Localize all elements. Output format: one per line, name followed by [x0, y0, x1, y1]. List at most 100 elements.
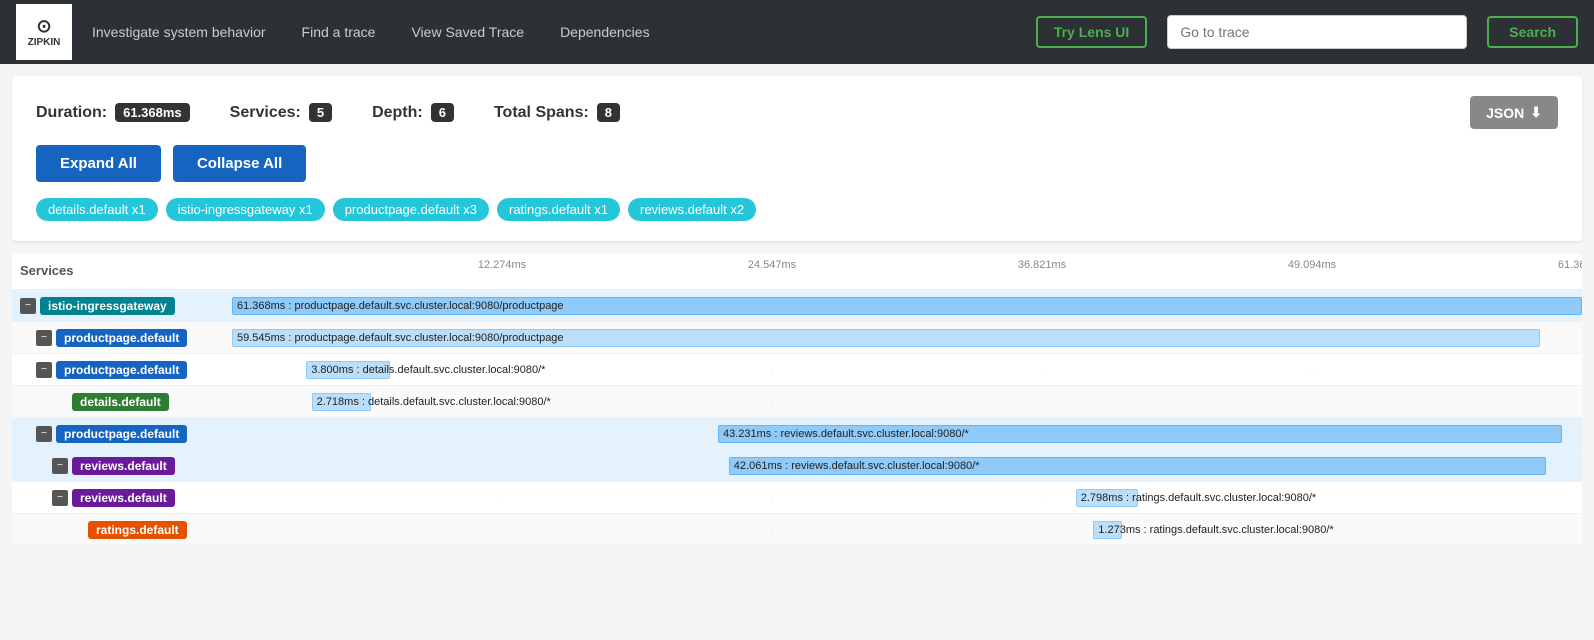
- logo-text: ZIPKIN: [28, 37, 61, 48]
- service-badge: reviews.default: [72, 489, 175, 507]
- service-badge: productpage.default: [56, 425, 187, 443]
- span-bar[interactable]: 59.545ms : productpage.default.svc.clust…: [232, 329, 1540, 347]
- total-spans-stat: Total Spans: 8: [494, 103, 620, 122]
- service-cell: −productpage.default: [12, 357, 232, 383]
- logo-box: ⊙ ZIPKIN: [16, 4, 72, 60]
- timeline-dot: ·: [501, 493, 504, 502]
- span-bar[interactable]: 61.368ms : productpage.default.svc.clust…: [232, 297, 1582, 315]
- timeline-cell: ····3.800ms : details.default.svc.cluste…: [232, 356, 1582, 384]
- service-tag[interactable]: ratings.default x1: [497, 198, 620, 221]
- timeline-header: Services 12.274ms24.547ms36.821ms49.094m…: [12, 253, 1582, 290]
- timeline-dot: ·: [1311, 365, 1314, 374]
- timeline-cell: ····2.718ms : details.default.svc.cluste…: [232, 388, 1582, 416]
- span-label: 59.545ms : productpage.default.svc.clust…: [237, 332, 564, 344]
- span-bar[interactable]: 2.718ms : details.default.svc.cluster.lo…: [312, 393, 371, 411]
- trace-container: Services 12.274ms24.547ms36.821ms49.094m…: [12, 253, 1582, 546]
- duration-value: 61.368ms: [115, 103, 190, 122]
- trace-row[interactable]: −productpage.default····43.231ms : revie…: [12, 418, 1582, 450]
- goto-trace-input[interactable]: [1167, 15, 1467, 49]
- header: ⊙ ZIPKIN Investigate system behavior Fin…: [0, 0, 1594, 64]
- expand-icon[interactable]: −: [52, 458, 68, 474]
- expand-icon[interactable]: −: [36, 330, 52, 346]
- span-label: 2.798ms : ratings.default.svc.cluster.lo…: [1081, 492, 1316, 504]
- span-bar[interactable]: 42.061ms : reviews.default.svc.cluster.l…: [729, 457, 1546, 475]
- download-icon: ⬇: [1530, 104, 1542, 121]
- trace-row[interactable]: −productpage.default ····59.545ms : produ…: [12, 322, 1582, 354]
- timeline-dot: ·: [771, 525, 774, 534]
- service-tag[interactable]: istio-ingressgateway x1: [166, 198, 325, 221]
- service-tag[interactable]: productpage.default x3: [333, 198, 489, 221]
- find-trace-link[interactable]: Find a trace: [294, 20, 384, 44]
- trace-row[interactable]: −productpage.default····3.800ms : detail…: [12, 354, 1582, 386]
- dependencies-link[interactable]: Dependencies: [552, 20, 658, 44]
- timeline-dot: ·: [771, 397, 774, 406]
- trace-row[interactable]: −reviews.default····42.061ms : reviews.d…: [12, 450, 1582, 482]
- trace-row[interactable]: ratings.default ····1.273ms : ratings.def…: [12, 514, 1582, 546]
- span-label: 42.061ms : reviews.default.svc.cluster.l…: [734, 460, 980, 472]
- service-badge: productpage.default: [56, 329, 187, 347]
- trace-row[interactable]: −istio-ingressgateway····61.368ms : prod…: [12, 290, 1582, 322]
- timeline-dot: ·: [1041, 365, 1044, 374]
- stats-row: Duration: 61.368ms Services: 5 Depth: 6 …: [36, 96, 1558, 129]
- logo[interactable]: ⊙ ZIPKIN: [16, 4, 72, 60]
- service-cell: ratings.default: [12, 517, 232, 543]
- service-badge: reviews.default: [72, 457, 175, 475]
- expand-all-button[interactable]: Expand All: [36, 145, 161, 182]
- expand-icon[interactable]: −: [36, 362, 52, 378]
- timeline-cell: ····43.231ms : reviews.default.svc.clust…: [232, 420, 1582, 448]
- service-cell: −productpage.default: [12, 421, 232, 447]
- timeline-dot: ·: [501, 461, 504, 470]
- expand-icon[interactable]: −: [36, 426, 52, 442]
- service-tag[interactable]: reviews.default x2: [628, 198, 756, 221]
- tagline: Investigate system behavior: [92, 24, 266, 40]
- time-label: 12.274ms: [478, 259, 526, 271]
- span-label: 43.231ms : reviews.default.svc.cluster.l…: [723, 428, 969, 440]
- total-spans-value: 8: [597, 103, 620, 122]
- service-badge: ratings.default: [88, 521, 187, 539]
- trace-row[interactable]: details.default····2.718ms : details.def…: [12, 386, 1582, 418]
- service-badge: istio-ingressgateway: [40, 297, 175, 315]
- depth-label: Depth:: [372, 104, 423, 122]
- span-label: 3.800ms : details.default.svc.cluster.lo…: [311, 364, 545, 376]
- collapse-all-button[interactable]: Collapse All: [173, 145, 306, 182]
- timeline-cell: ····42.061ms : reviews.default.svc.clust…: [232, 452, 1582, 480]
- services-column-header: Services: [12, 259, 232, 283]
- timeline-dot: ·: [1311, 397, 1314, 406]
- timeline-dot: ·: [771, 493, 774, 502]
- pin-icon: ⊙: [36, 16, 51, 37]
- timeline-labels: 12.274ms24.547ms36.821ms49.094ms61.368ms: [232, 259, 1582, 283]
- span-bar[interactable]: 3.800ms : details.default.svc.cluster.lo…: [306, 361, 390, 379]
- search-button[interactable]: Search: [1487, 16, 1578, 48]
- time-label: 61.368ms: [1558, 259, 1582, 271]
- time-label: 24.547ms: [748, 259, 796, 271]
- service-cell: −reviews.default: [12, 453, 232, 479]
- span-bar[interactable]: 43.231ms : reviews.default.svc.cluster.l…: [718, 425, 1562, 443]
- json-button[interactable]: JSON ⬇: [1470, 96, 1558, 129]
- time-label: 49.094ms: [1288, 259, 1336, 271]
- service-cell: details.default: [12, 389, 232, 415]
- expand-icon[interactable]: −: [52, 490, 68, 506]
- timeline-dot: ·: [501, 429, 504, 438]
- action-row: Expand All Collapse All: [36, 145, 1558, 182]
- timeline-cell: ····59.545ms : productpage.default.svc.c…: [232, 324, 1582, 352]
- span-bar[interactable]: 2.798ms : ratings.default.svc.cluster.lo…: [1076, 489, 1138, 507]
- timeline-cell: ····61.368ms : productpage.default.svc.c…: [232, 292, 1582, 320]
- services-label: Services:: [230, 104, 301, 122]
- timeline-cell: ····2.798ms : ratings.default.svc.cluste…: [232, 484, 1582, 512]
- service-badge: productpage.default: [56, 361, 187, 379]
- service-tags: details.default x1 istio-ingressgateway x…: [36, 198, 1558, 221]
- try-lens-button[interactable]: Try Lens UI: [1036, 16, 1147, 48]
- timeline-dot: ·: [1041, 397, 1044, 406]
- duration-label: Duration:: [36, 104, 107, 122]
- service-cell: −reviews.default: [12, 485, 232, 511]
- info-panel: Duration: 61.368ms Services: 5 Depth: 6 …: [12, 76, 1582, 241]
- view-saved-trace-link[interactable]: View Saved Trace: [403, 20, 532, 44]
- expand-icon[interactable]: −: [20, 298, 36, 314]
- trace-row[interactable]: −reviews.default····2.798ms : ratings.de…: [12, 482, 1582, 514]
- span-label: 1.273ms : ratings.default.svc.cluster.lo…: [1098, 524, 1333, 536]
- timeline-cell: ····1.273ms : ratings.default.svc.cluste…: [232, 516, 1582, 544]
- service-tag[interactable]: details.default x1: [36, 198, 158, 221]
- service-cell: −istio-ingressgateway: [12, 293, 232, 319]
- timeline-dot: ·: [1041, 493, 1044, 502]
- span-bar[interactable]: 1.273ms : ratings.default.svc.cluster.lo…: [1093, 521, 1121, 539]
